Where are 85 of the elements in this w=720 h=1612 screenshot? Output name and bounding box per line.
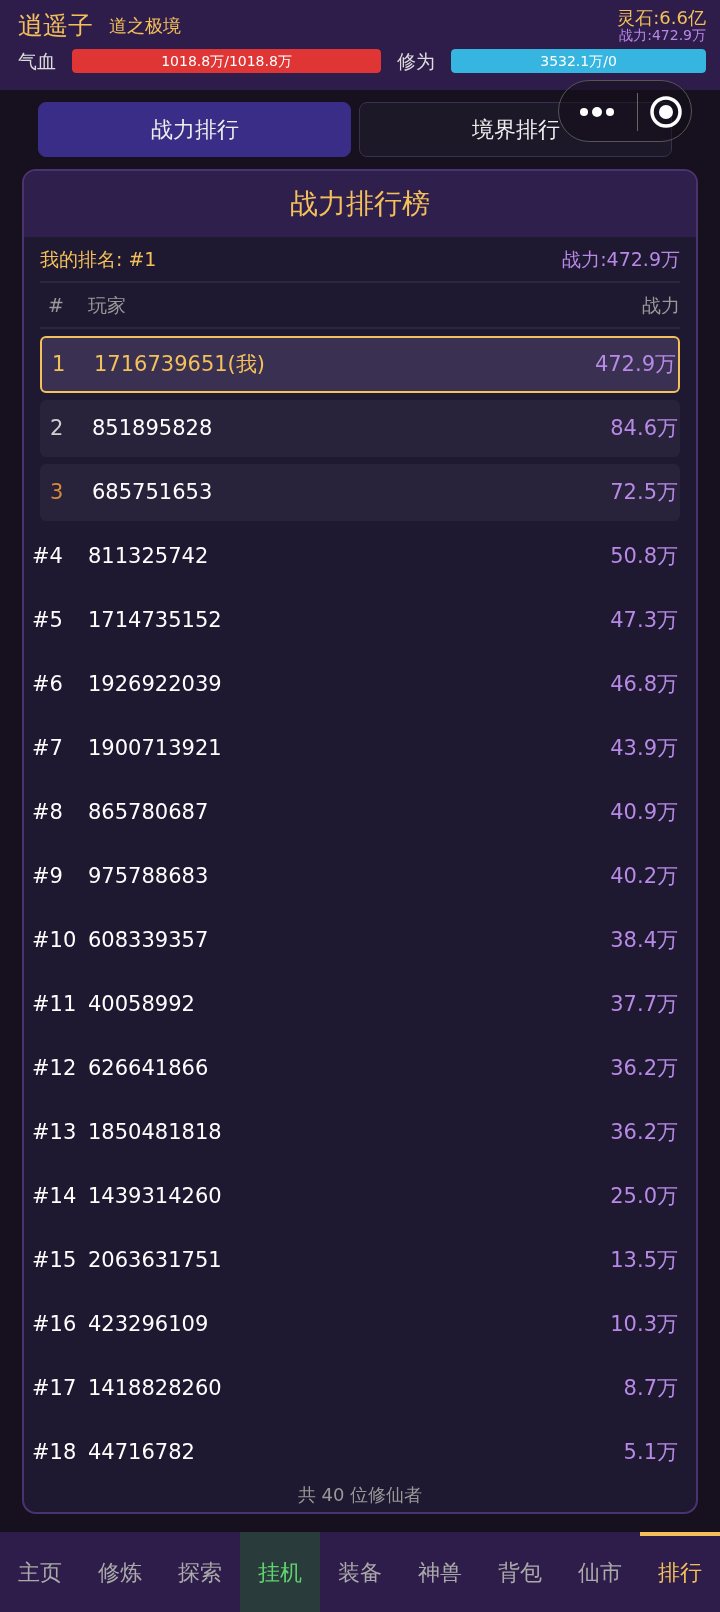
rank-number: 1	[51, 350, 67, 378]
more-icon[interactable]	[579, 105, 615, 119]
nav-tab[interactable]: 探索	[160, 1532, 240, 1612]
rank-number: #16	[32, 1310, 78, 1338]
player-id: 865780687	[88, 798, 210, 826]
player-id: 685751653	[92, 478, 214, 506]
rank-number: #5	[32, 606, 64, 634]
rank-number: #7	[32, 734, 64, 762]
player-id: 44716782	[88, 1438, 196, 1466]
my-power: 战力:472.9万	[562, 246, 680, 272]
power-value: 37.7万	[610, 990, 679, 1018]
my-rank: 我的排名: #1	[40, 246, 157, 272]
rank-number: #10	[32, 926, 78, 954]
power-value: 36.2万	[610, 1118, 679, 1146]
rank-number: 3	[49, 478, 65, 506]
card-title: 战力排行榜	[24, 171, 696, 237]
rank-row[interactable]: 1 1716739651(我) 472.9万	[40, 336, 680, 393]
power-value: 38.4万	[610, 926, 679, 954]
bar-reading: 3532.1万/0	[539, 52, 618, 72]
realm-label: 道之极境	[109, 14, 181, 39]
tab[interactable]: 战力排行	[38, 102, 351, 157]
character-name: 逍遥子	[18, 10, 93, 41]
nav-tab[interactable]: 仙市	[560, 1532, 640, 1612]
rank-number: #6	[32, 670, 64, 698]
column-header: 玩家	[88, 292, 127, 318]
player-id: 1900713921	[88, 734, 223, 762]
power-value: 8.7万	[623, 1374, 679, 1402]
rank-number: #12	[32, 1054, 78, 1082]
close-target-icon[interactable]	[649, 95, 683, 129]
rank-number: #9	[32, 862, 64, 890]
player-id: 2063631751	[88, 1246, 223, 1274]
rank-number: #14	[32, 1182, 78, 1210]
rank-number: #15	[32, 1246, 78, 1274]
rank-number: #11	[32, 990, 78, 1018]
rank-row[interactable]: 2 851895828 84.6万	[40, 400, 680, 457]
rank-number: #13	[32, 1118, 78, 1146]
power-value: 10.3万	[610, 1310, 679, 1338]
rank-number: #4	[32, 542, 64, 570]
rank-number: #8	[32, 798, 64, 826]
nav-tab[interactable]: 主页	[0, 1532, 80, 1612]
power-value: 25.0万	[610, 1182, 679, 1210]
player-id: 1716739651(我)	[94, 350, 266, 378]
power-value: 72.5万	[610, 478, 679, 506]
nav-tab[interactable]: 挂机	[240, 1532, 320, 1612]
player-id: 1439314260	[88, 1182, 223, 1210]
bar-reading: 1018.8万/1018.8万	[160, 52, 293, 72]
power-value: 5.1万	[623, 1438, 679, 1466]
player-id: 608339357	[88, 926, 210, 954]
player-id: 1714735152	[88, 606, 223, 634]
player-id: 975788683	[88, 862, 210, 890]
tab[interactable]: 境界排行	[359, 102, 672, 157]
power-value: 13.5万	[610, 1246, 679, 1274]
player-count: 共 40 位修仙者	[296, 1483, 424, 1507]
power-value: 40.9万	[610, 798, 679, 826]
nav-tab[interactable]: 排行	[640, 1532, 720, 1612]
stat-label: 气血	[18, 49, 56, 75]
column-header: 战力	[642, 292, 680, 318]
nav-tab[interactable]: 修炼	[80, 1532, 160, 1612]
nav-tab[interactable]: 装备	[320, 1532, 400, 1612]
power-value: 84.6万	[610, 414, 679, 442]
rank-number: #17	[32, 1374, 78, 1402]
player-id: 811325742	[88, 542, 210, 570]
power-value: 36.2万	[610, 1054, 679, 1082]
rank-number: #18	[32, 1438, 78, 1466]
player-id: 626641866	[88, 1054, 210, 1082]
rank-row[interactable]: 3 685751653 72.5万	[40, 464, 680, 521]
spirit-stones: 灵石:6.6亿	[617, 8, 706, 28]
player-id: 1418828260	[88, 1374, 223, 1402]
power-value: 46.8万	[610, 670, 679, 698]
power-value: 47.3万	[610, 606, 679, 634]
column-header: #	[48, 292, 65, 318]
power-value: 43.9万	[610, 734, 679, 762]
player-id: 40058992	[88, 990, 196, 1018]
power-value: 40.2万	[610, 862, 679, 890]
power-stat: 战力:472.9万	[619, 27, 706, 44]
rank-number: 2	[49, 414, 65, 442]
player-id: 1850481818	[88, 1118, 223, 1146]
player-id: 1926922039	[88, 670, 223, 698]
player-id: 423296109	[88, 1310, 210, 1338]
player-id: 851895828	[92, 414, 214, 442]
nav-tab[interactable]: 背包	[480, 1532, 560, 1612]
nav-tab[interactable]: 神兽	[400, 1532, 480, 1612]
power-value: 50.8万	[610, 542, 679, 570]
power-value: 472.9万	[594, 350, 677, 378]
stat-label: 修为	[397, 49, 436, 75]
